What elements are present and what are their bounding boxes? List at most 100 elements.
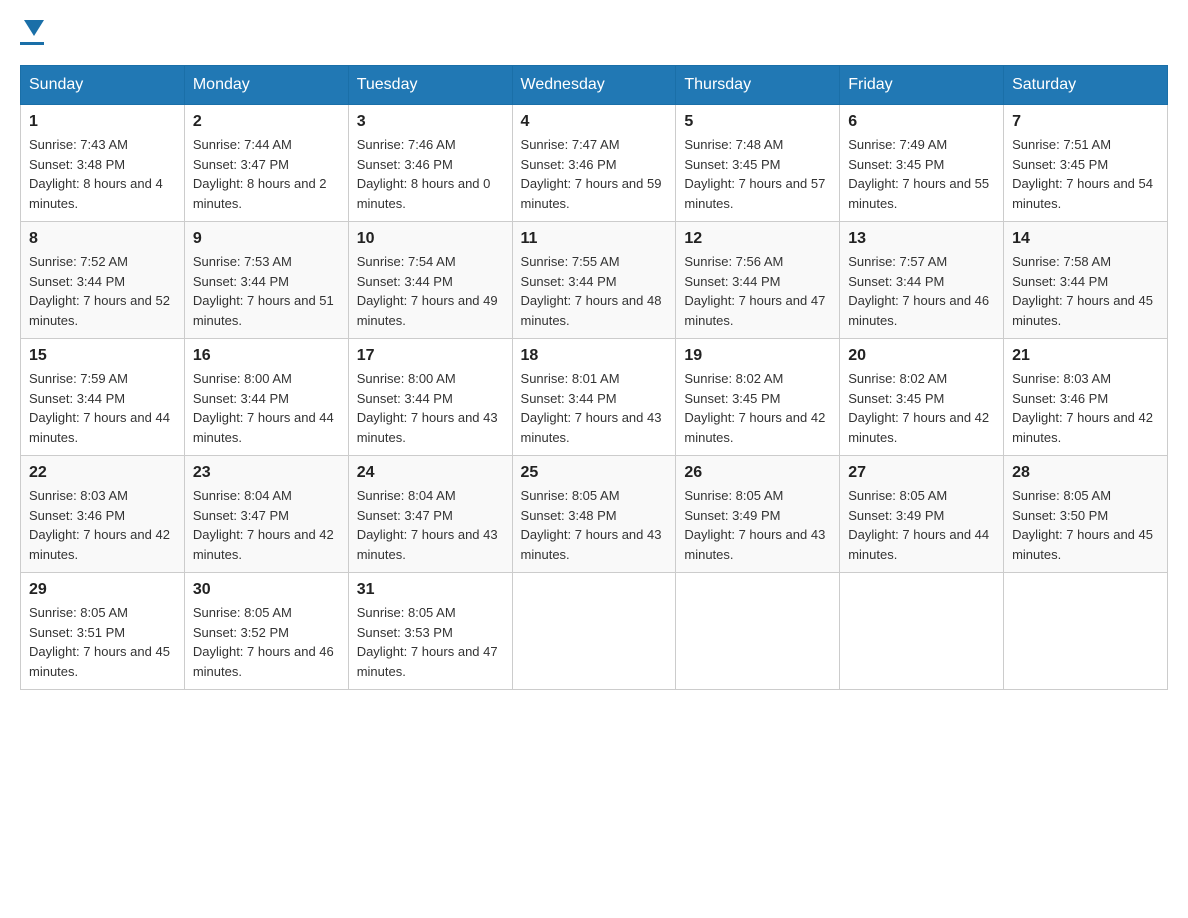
- day-info: Sunrise: 7:46 AMSunset: 3:46 PMDaylight:…: [357, 135, 504, 213]
- day-info: Sunrise: 8:04 AMSunset: 3:47 PMDaylight:…: [193, 486, 340, 564]
- calendar-cell: [676, 573, 840, 690]
- calendar-week-row: 8 Sunrise: 7:52 AMSunset: 3:44 PMDaylight…: [21, 222, 1168, 339]
- calendar-cell: 5 Sunrise: 7:48 AMSunset: 3:45 PMDaylight…: [676, 105, 840, 222]
- day-number: 10: [357, 230, 504, 248]
- calendar-table: SundayMondayTuesdayWednesdayThursdayFrid…: [20, 65, 1168, 690]
- day-info: Sunrise: 7:47 AMSunset: 3:46 PMDaylight:…: [521, 135, 668, 213]
- day-info: Sunrise: 7:51 AMSunset: 3:45 PMDaylight:…: [1012, 135, 1159, 213]
- calendar-week-row: 1 Sunrise: 7:43 AMSunset: 3:48 PMDaylight…: [21, 105, 1168, 222]
- day-number: 21: [1012, 347, 1159, 365]
- column-header-friday: Friday: [840, 66, 1004, 105]
- day-info: Sunrise: 7:54 AMSunset: 3:44 PMDaylight:…: [357, 252, 504, 330]
- calendar-cell: [840, 573, 1004, 690]
- day-info: Sunrise: 8:02 AMSunset: 3:45 PMDaylight:…: [848, 369, 995, 447]
- day-number: 13: [848, 230, 995, 248]
- day-info: Sunrise: 7:44 AMSunset: 3:47 PMDaylight:…: [193, 135, 340, 213]
- column-header-sunday: Sunday: [21, 66, 185, 105]
- day-number: 5: [684, 113, 831, 131]
- column-header-thursday: Thursday: [676, 66, 840, 105]
- column-header-tuesday: Tuesday: [348, 66, 512, 105]
- calendar-cell: [512, 573, 676, 690]
- day-info: Sunrise: 8:05 AMSunset: 3:53 PMDaylight:…: [357, 603, 504, 681]
- day-info: Sunrise: 7:49 AMSunset: 3:45 PMDaylight:…: [848, 135, 995, 213]
- day-info: Sunrise: 7:57 AMSunset: 3:44 PMDaylight:…: [848, 252, 995, 330]
- day-number: 12: [684, 230, 831, 248]
- day-number: 18: [521, 347, 668, 365]
- day-number: 30: [193, 581, 340, 599]
- calendar-cell: 1 Sunrise: 7:43 AMSunset: 3:48 PMDaylight…: [21, 105, 185, 222]
- page-header: [20, 20, 1168, 45]
- day-number: 23: [193, 464, 340, 482]
- day-number: 28: [1012, 464, 1159, 482]
- day-number: 15: [29, 347, 176, 365]
- day-info: Sunrise: 8:01 AMSunset: 3:44 PMDaylight:…: [521, 369, 668, 447]
- day-info: Sunrise: 7:53 AMSunset: 3:44 PMDaylight:…: [193, 252, 340, 330]
- calendar-week-row: 22 Sunrise: 8:03 AMSunset: 3:46 PMDayligh…: [21, 456, 1168, 573]
- day-info: Sunrise: 8:00 AMSunset: 3:44 PMDaylight:…: [193, 369, 340, 447]
- day-info: Sunrise: 7:43 AMSunset: 3:48 PMDaylight:…: [29, 135, 176, 213]
- calendar-cell: 15 Sunrise: 7:59 AMSunset: 3:44 PMDayligh…: [21, 339, 185, 456]
- calendar-cell: 14 Sunrise: 7:58 AMSunset: 3:44 PMDayligh…: [1004, 222, 1168, 339]
- day-info: Sunrise: 7:52 AMSunset: 3:44 PMDaylight:…: [29, 252, 176, 330]
- calendar-cell: 21Sunrise: 8:03 AMSunset: 3:46 PMDayligh…: [1004, 339, 1168, 456]
- day-number: 1: [29, 113, 176, 131]
- calendar-cell: 2 Sunrise: 7:44 AMSunset: 3:47 PMDaylight…: [184, 105, 348, 222]
- day-info: Sunrise: 8:05 AMSunset: 3:51 PMDaylight:…: [29, 603, 176, 681]
- calendar-cell: 10 Sunrise: 7:54 AMSunset: 3:44 PMDayligh…: [348, 222, 512, 339]
- calendar-cell: 26Sunrise: 8:05 AMSunset: 3:49 PMDayligh…: [676, 456, 840, 573]
- calendar-cell: 31Sunrise: 8:05 AMSunset: 3:53 PMDayligh…: [348, 573, 512, 690]
- column-header-monday: Monday: [184, 66, 348, 105]
- day-info: Sunrise: 7:55 AMSunset: 3:44 PMDaylight:…: [521, 252, 668, 330]
- day-info: Sunrise: 8:05 AMSunset: 3:52 PMDaylight:…: [193, 603, 340, 681]
- logo: [20, 20, 44, 45]
- day-info: Sunrise: 7:48 AMSunset: 3:45 PMDaylight:…: [684, 135, 831, 213]
- day-info: Sunrise: 8:04 AMSunset: 3:47 PMDaylight:…: [357, 486, 504, 564]
- calendar-cell: 30 Sunrise: 8:05 AMSunset: 3:52 PMDayligh…: [184, 573, 348, 690]
- calendar-cell: 28 Sunrise: 8:05 AMSunset: 3:50 PMDayligh…: [1004, 456, 1168, 573]
- day-number: 6: [848, 113, 995, 131]
- calendar-cell: 16Sunrise: 8:00 AMSunset: 3:44 PMDayligh…: [184, 339, 348, 456]
- calendar-cell: 12 Sunrise: 7:56 AMSunset: 3:44 PMDayligh…: [676, 222, 840, 339]
- day-number: 27: [848, 464, 995, 482]
- calendar-cell: 13 Sunrise: 7:57 AMSunset: 3:44 PMDayligh…: [840, 222, 1004, 339]
- day-number: 7: [1012, 113, 1159, 131]
- calendar-cell: 6 Sunrise: 7:49 AMSunset: 3:45 PMDaylight…: [840, 105, 1004, 222]
- calendar-cell: 27Sunrise: 8:05 AMSunset: 3:49 PMDayligh…: [840, 456, 1004, 573]
- day-info: Sunrise: 7:56 AMSunset: 3:44 PMDaylight:…: [684, 252, 831, 330]
- column-header-saturday: Saturday: [1004, 66, 1168, 105]
- calendar-cell: 4 Sunrise: 7:47 AMSunset: 3:46 PMDaylight…: [512, 105, 676, 222]
- day-number: 20: [848, 347, 995, 365]
- day-number: 8: [29, 230, 176, 248]
- calendar-week-row: 15 Sunrise: 7:59 AMSunset: 3:44 PMDayligh…: [21, 339, 1168, 456]
- calendar-week-row: 29 Sunrise: 8:05 AMSunset: 3:51 PMDayligh…: [21, 573, 1168, 690]
- calendar-cell: 25Sunrise: 8:05 AMSunset: 3:48 PMDayligh…: [512, 456, 676, 573]
- calendar-cell: 3Sunrise: 7:46 AMSunset: 3:46 PMDaylight…: [348, 105, 512, 222]
- day-number: 4: [521, 113, 668, 131]
- day-number: 2: [193, 113, 340, 131]
- calendar-cell: 19 Sunrise: 8:02 AMSunset: 3:45 PMDayligh…: [676, 339, 840, 456]
- calendar-cell: 17 Sunrise: 8:00 AMSunset: 3:44 PMDayligh…: [348, 339, 512, 456]
- day-number: 11: [521, 230, 668, 248]
- day-info: Sunrise: 8:05 AMSunset: 3:50 PMDaylight:…: [1012, 486, 1159, 564]
- day-number: 29: [29, 581, 176, 599]
- day-number: 14: [1012, 230, 1159, 248]
- day-info: Sunrise: 8:05 AMSunset: 3:49 PMDaylight:…: [684, 486, 831, 564]
- day-info: Sunrise: 8:00 AMSunset: 3:44 PMDaylight:…: [357, 369, 504, 447]
- calendar-cell: 11 Sunrise: 7:55 AMSunset: 3:44 PMDayligh…: [512, 222, 676, 339]
- day-info: Sunrise: 8:03 AMSunset: 3:46 PMDaylight:…: [29, 486, 176, 564]
- day-info: Sunrise: 8:02 AMSunset: 3:45 PMDaylight:…: [684, 369, 831, 447]
- day-number: 17: [357, 347, 504, 365]
- calendar-cell: 7 Sunrise: 7:51 AMSunset: 3:45 PMDaylight…: [1004, 105, 1168, 222]
- day-info: Sunrise: 7:58 AMSunset: 3:44 PMDaylight:…: [1012, 252, 1159, 330]
- calendar-cell: 23 Sunrise: 8:04 AMSunset: 3:47 PMDayligh…: [184, 456, 348, 573]
- logo-underline: [20, 42, 44, 45]
- day-number: 22: [29, 464, 176, 482]
- day-info: Sunrise: 7:59 AMSunset: 3:44 PMDaylight:…: [29, 369, 176, 447]
- day-number: 19: [684, 347, 831, 365]
- calendar-cell: 20 Sunrise: 8:02 AMSunset: 3:45 PMDayligh…: [840, 339, 1004, 456]
- calendar-cell: 18 Sunrise: 8:01 AMSunset: 3:44 PMDayligh…: [512, 339, 676, 456]
- day-number: 9: [193, 230, 340, 248]
- column-header-wednesday: Wednesday: [512, 66, 676, 105]
- calendar-cell: 29 Sunrise: 8:05 AMSunset: 3:51 PMDayligh…: [21, 573, 185, 690]
- calendar-cell: [1004, 573, 1168, 690]
